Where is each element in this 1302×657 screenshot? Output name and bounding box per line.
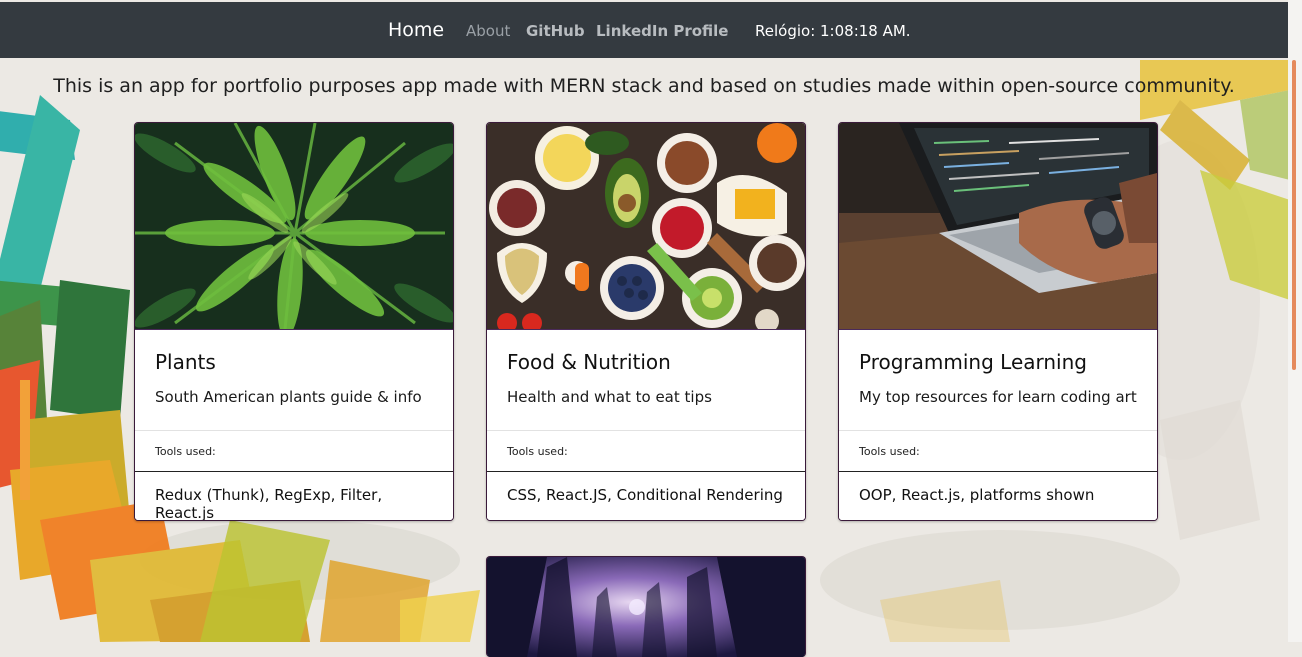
tools-list: CSS, React.JS, Conditional Rendering — [487, 472, 805, 520]
scrollbar-thumb[interactable] — [1292, 60, 1296, 370]
tools-list: OOP, React.js, platforms shown — [839, 472, 1157, 520]
card-body: Plants South American plants guide & inf… — [135, 330, 453, 431]
tools-list: Redux (Thunk), RegExp, Filter, React.js — [135, 472, 453, 520]
card-body: Programming Learning My top resources fo… — [839, 330, 1157, 431]
healthy-food-photo — [487, 123, 805, 330]
card-description: My top resources for learn coding art — [859, 388, 1137, 406]
purple-forest-photo — [487, 557, 805, 657]
page-tagline: This is an app for portfolio purposes ap… — [53, 75, 1235, 97]
project-card-plants[interactable]: Plants South American plants guide & inf… — [134, 122, 454, 521]
scrollbar[interactable] — [1288, 0, 1302, 642]
palm-leaves-photo — [135, 123, 453, 330]
nav-about-link[interactable]: About — [466, 22, 510, 40]
card-body: Food & Nutrition Health and what to eat … — [487, 330, 805, 431]
nav-home-link[interactable]: Home — [388, 19, 444, 41]
tools-used-label: Tools used: — [839, 431, 1157, 472]
card-description: Health and what to eat tips — [507, 388, 712, 406]
project-card-programming[interactable]: Programming Learning My top resources fo… — [838, 122, 1158, 521]
card-description: South American plants guide & info — [155, 388, 422, 406]
nav-github-link[interactable]: GitHub — [526, 22, 585, 40]
project-card-food[interactable]: Food & Nutrition Health and what to eat … — [486, 122, 806, 521]
card-title: Programming Learning — [859, 350, 1087, 374]
nav-linkedin-link[interactable]: LinkedIn Profile — [596, 22, 728, 40]
tools-used-label: Tools used: — [135, 431, 453, 472]
clock-display: Relógio: 1:08:18 AM. — [755, 22, 911, 40]
card-title: Food & Nutrition — [507, 350, 671, 374]
laptop-coding-photo — [839, 123, 1157, 330]
top-navbar: Home About GitHub LinkedIn Profile Relóg… — [0, 2, 1288, 58]
card-title: Plants — [155, 350, 216, 374]
tools-used-label: Tools used: — [487, 431, 805, 472]
